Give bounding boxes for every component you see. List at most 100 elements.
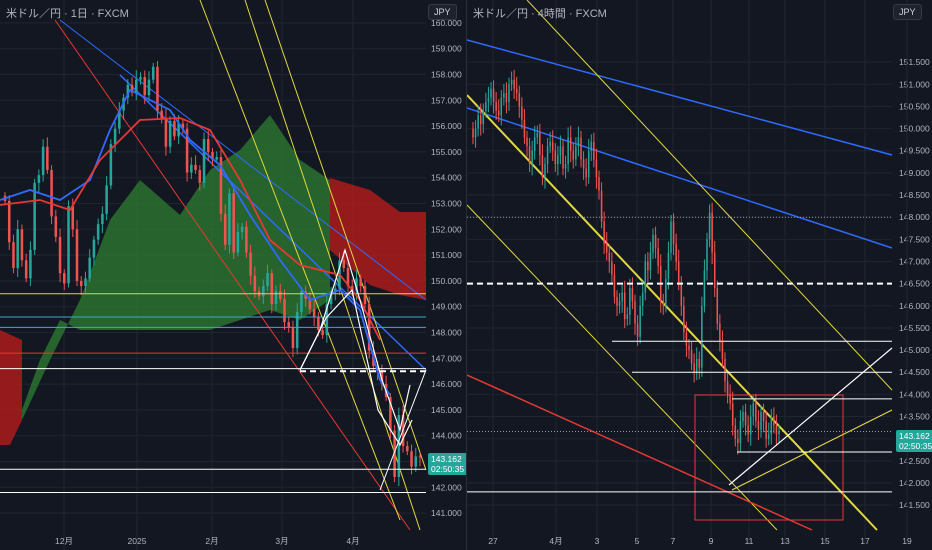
h4-chart-pane[interactable]: 151.500 151.000 150.500 150.000 149.500 149.0… xyxy=(467,0,932,550)
candle-body xyxy=(683,305,685,333)
x-tick-label: 4月 xyxy=(346,536,359,546)
candle-body xyxy=(713,252,716,289)
candle-body xyxy=(551,141,554,151)
candle-body xyxy=(544,164,546,178)
currency-badge[interactable]: JPY xyxy=(428,4,457,20)
candle-body xyxy=(603,221,605,244)
x-tick-label: 9 xyxy=(709,536,714,546)
h4-chart-svg[interactable]: 151.500 151.000 150.500 150.000 149.500 149.0… xyxy=(467,0,932,550)
x-tick-label: 12月 xyxy=(55,536,73,546)
candle-body xyxy=(636,323,639,337)
candle-body xyxy=(414,456,418,467)
candle-body xyxy=(270,273,274,305)
candle-body xyxy=(521,106,523,120)
x-tick-label: 4月 xyxy=(549,536,562,546)
y-tick-label: 142.500 xyxy=(899,456,930,466)
last-price-value: 143.162 xyxy=(431,454,462,464)
y-tick-label: 143.500 xyxy=(899,412,930,422)
candle-body xyxy=(695,358,698,373)
candle-body xyxy=(300,291,303,312)
candle-body xyxy=(626,314,629,320)
candle-body xyxy=(113,128,117,145)
candle-body xyxy=(528,146,531,165)
daily-chart-svg[interactable]: 160.000159.000158.000157.000156.000155.0… xyxy=(0,0,466,550)
y-tick-label: 148.500 xyxy=(899,190,930,200)
y-tick-label: 147.000 xyxy=(431,353,462,363)
candle-body xyxy=(557,155,559,165)
candle-body xyxy=(572,150,575,160)
y-tick-label: 150.000 xyxy=(431,276,462,286)
x-tick-label: 3月 xyxy=(275,536,288,546)
candle-body xyxy=(253,275,257,292)
candle-body xyxy=(490,88,492,98)
candle-body xyxy=(533,137,536,151)
candle-body xyxy=(410,451,413,467)
candle-body xyxy=(613,274,616,297)
candle-body xyxy=(513,79,515,89)
candle-body xyxy=(24,260,28,279)
daily-chart-pane[interactable]: 160.000 159.000 158.000 157.000 156.000 155.0… xyxy=(0,0,466,550)
y-tick-label: 149.000 xyxy=(431,302,462,312)
y-tick-label: 142.000 xyxy=(899,478,930,488)
candle-body xyxy=(731,403,734,426)
candle-body xyxy=(724,358,726,382)
x-tick-label: 17 xyxy=(860,536,870,546)
candle-body xyxy=(647,261,649,271)
candle-body xyxy=(690,350,693,364)
candle-body xyxy=(54,216,58,238)
candle-body xyxy=(541,155,544,178)
x-tick-label: 7 xyxy=(671,536,676,546)
candle-body xyxy=(523,119,526,138)
candle-body xyxy=(605,243,608,253)
y-tick-label: 141.500 xyxy=(899,500,930,510)
y-tick-label: 144.000 xyxy=(899,389,930,399)
candle-body xyxy=(495,102,497,111)
candle-body xyxy=(760,412,762,430)
candle-body xyxy=(406,446,409,452)
candle-body xyxy=(685,332,688,346)
last-price-value: 143.162 xyxy=(899,431,930,441)
candle-body xyxy=(677,261,680,284)
currency-badge[interactable]: JPY xyxy=(893,4,922,20)
candle-body xyxy=(232,193,235,253)
candle-body xyxy=(767,434,770,439)
countdown-timer: 02:50:35 xyxy=(431,464,465,474)
candle-body xyxy=(105,185,108,214)
candle-body xyxy=(747,425,749,435)
x-tick-label: 5 xyxy=(635,536,640,546)
candle-body xyxy=(342,260,346,268)
candle-body xyxy=(644,261,647,293)
candle-body xyxy=(657,248,659,266)
candle-body xyxy=(726,381,729,395)
candle-body xyxy=(135,79,138,93)
candle-body xyxy=(63,273,66,284)
candle-body xyxy=(616,296,618,306)
candle-body xyxy=(147,79,151,96)
candle-body xyxy=(564,164,567,169)
candle-body xyxy=(503,93,505,98)
candle-body xyxy=(539,133,541,156)
candle-body xyxy=(518,93,521,107)
candle-body xyxy=(739,420,742,444)
x-tick-label: 27 xyxy=(488,536,498,546)
candle-body xyxy=(654,234,657,249)
candle-body xyxy=(151,66,155,80)
candle-body xyxy=(577,137,580,147)
candle-body xyxy=(526,137,528,147)
y-tick-label: 144.500 xyxy=(899,367,930,377)
candle-body xyxy=(546,146,549,165)
candle-body xyxy=(729,394,731,404)
candle-body xyxy=(160,110,163,119)
candle-body xyxy=(240,226,244,232)
y-tick-label: 151.500 xyxy=(899,57,930,67)
candle-body xyxy=(173,120,176,137)
candle-body xyxy=(92,239,96,258)
candle-body xyxy=(698,358,701,368)
y-tick-label: 155.000 xyxy=(431,147,462,157)
y-tick-label: 158.000 xyxy=(431,70,462,80)
candle-body xyxy=(631,288,634,302)
candle-body xyxy=(101,213,104,225)
candle-body xyxy=(312,309,316,318)
y-tick-label: 146.000 xyxy=(899,301,930,311)
ichimoku-cloud-bearish xyxy=(0,330,22,445)
